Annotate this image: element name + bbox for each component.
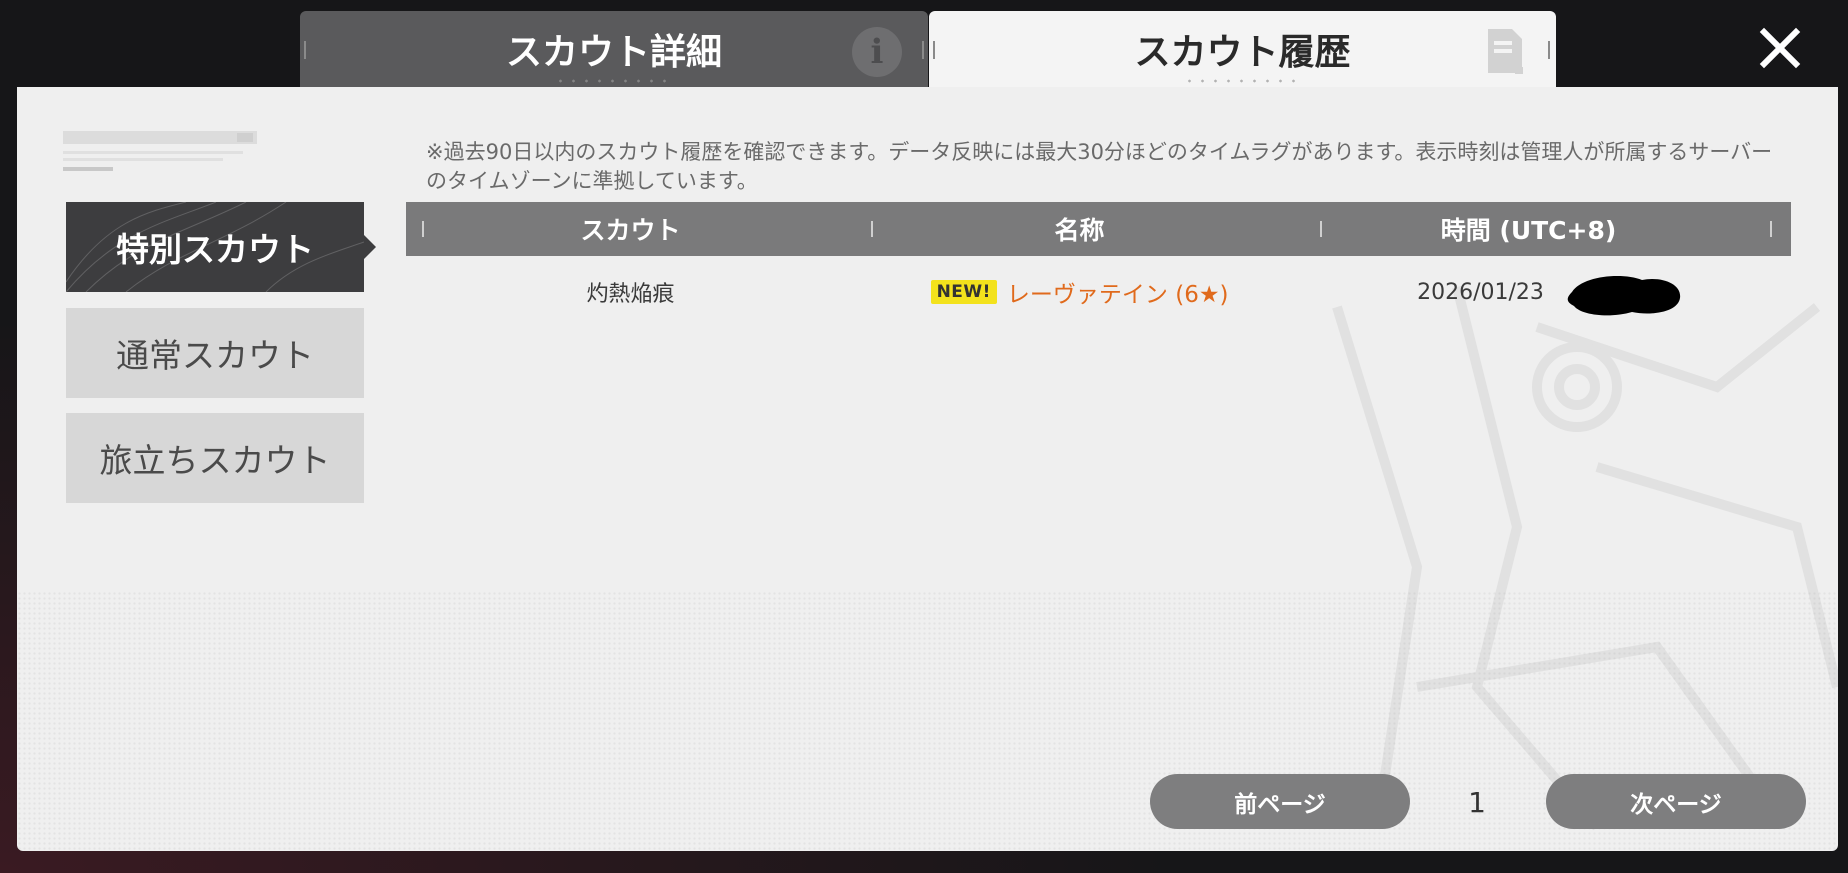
tab-dots-decoration [1182, 79, 1303, 83]
tab-scout-details[interactable]: スカウト詳細 i [300, 11, 928, 87]
close-button[interactable] [1752, 20, 1808, 76]
sidebar-item-label: 旅立ちスカウト [99, 441, 331, 480]
tab-scout-history[interactable]: スカウト履歴 [929, 11, 1556, 87]
sidebar-item-label: 特別スカウト [116, 230, 314, 269]
tab-divider [933, 41, 935, 59]
sidebar-item-label: 通常スカウト [116, 336, 314, 375]
close-icon [1759, 27, 1801, 69]
cell-name: NEW! レーヴァテイン (6★) [855, 267, 1304, 317]
tab-divider [304, 41, 306, 59]
redaction-mark [1567, 276, 1681, 316]
sidebar-item-normal-scout[interactable]: 通常スカウト [66, 308, 364, 398]
prev-page-label: 前ページ [1234, 791, 1326, 818]
document-icon [1488, 29, 1523, 74]
column-header-scout: スカウト [580, 216, 681, 245]
next-page-label: 次ページ [1630, 791, 1722, 818]
header-divider [1770, 221, 1772, 237]
cell-time: 2026/01/23 [1304, 267, 1753, 317]
active-pointer [364, 235, 376, 259]
banner-thumbnail [63, 131, 257, 171]
history-notice: ※過去90日以内のスカウト履歴を確認できます。データ反映には最大30分ほどのタイ… [426, 140, 1773, 193]
prev-page-button[interactable]: 前ページ [1150, 774, 1410, 829]
time-value: 2026/01/23 [1417, 279, 1544, 305]
history-panel: 特別スカウト 通常スカウト 旅立ちスカウト ※過去90日以内のスカウト履歴を確認… [17, 87, 1838, 851]
info-icon: i [852, 27, 902, 77]
next-page-button[interactable]: 次ページ [1546, 774, 1806, 829]
sidebar-item-special-scout[interactable]: 特別スカウト [66, 202, 376, 292]
cell-scout: 灼熱焔痕 [586, 282, 675, 307]
new-badge: NEW! [930, 280, 997, 304]
page-number: 1 [1468, 786, 1486, 819]
scout-dialog: スカウト詳細 i スカウト履歴 特別スカウト 通常スカウト 旅立ちスカウト ※過… [0, 0, 1848, 873]
column-header-name: 名称 [1054, 216, 1105, 245]
tab-scout-details-label: スカウト詳細 [505, 32, 722, 73]
character-name: レーヴァテイン (6★) [1006, 282, 1229, 308]
tab-scout-history-label: スカウト履歴 [1134, 32, 1351, 73]
table-header: スカウト 名称 時間 (UTC+8) [406, 202, 1791, 256]
tab-dots-decoration [554, 79, 674, 83]
tab-divider [1548, 41, 1550, 59]
column-header-time: 時間 (UTC+8) [1440, 216, 1617, 245]
sidebar-item-departure-scout[interactable]: 旅立ちスカウト [66, 413, 364, 503]
tab-divider [922, 41, 924, 59]
